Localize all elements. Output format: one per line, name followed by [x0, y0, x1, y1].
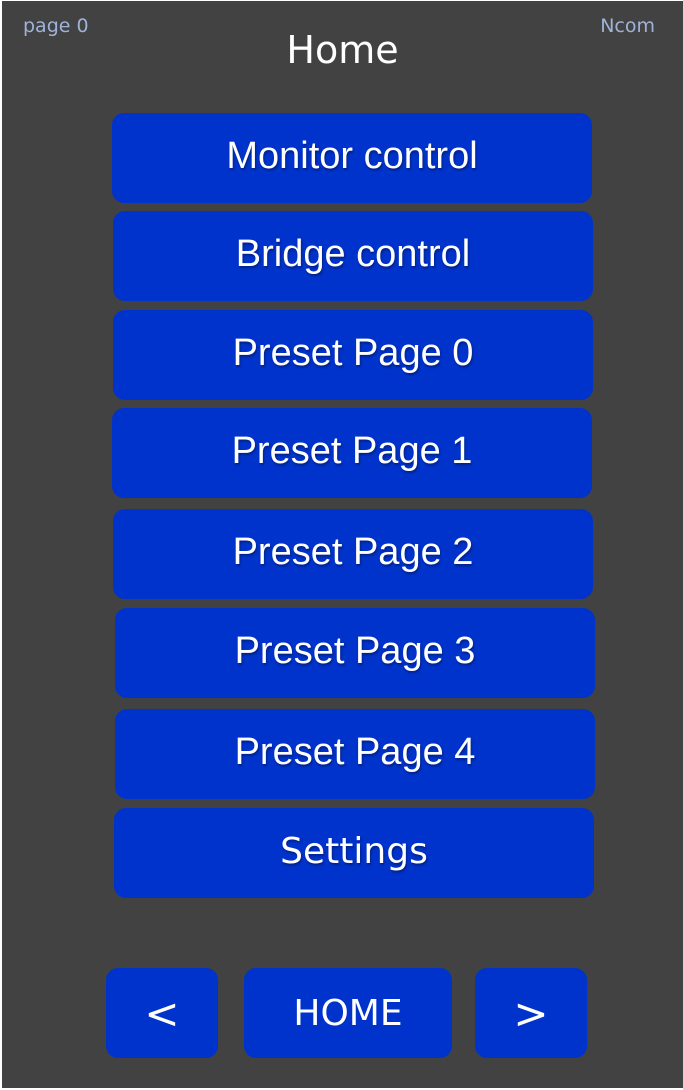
preset-page-3-button[interactable]: Preset Page 3 — [115, 608, 595, 698]
monitor-control-button[interactable]: Monitor control — [112, 113, 592, 203]
next-page-button[interactable]: > — [475, 968, 587, 1058]
home-screen: page 0 Ncom Home Monitor control Bridge … — [2, 1, 683, 1088]
page-title: Home — [286, 28, 399, 72]
preset-page-4-button[interactable]: Preset Page 4 — [115, 709, 595, 799]
preset-page-0-button[interactable]: Preset Page 0 — [113, 310, 593, 400]
bridge-control-button[interactable]: Bridge control — [113, 211, 593, 301]
previous-page-button[interactable]: < — [106, 968, 218, 1058]
settings-button[interactable]: Settings — [114, 808, 594, 898]
preset-page-1-button[interactable]: Preset Page 1 — [112, 408, 592, 498]
preset-page-2-button[interactable]: Preset Page 2 — [113, 509, 593, 599]
home-button[interactable]: HOME — [244, 968, 452, 1058]
